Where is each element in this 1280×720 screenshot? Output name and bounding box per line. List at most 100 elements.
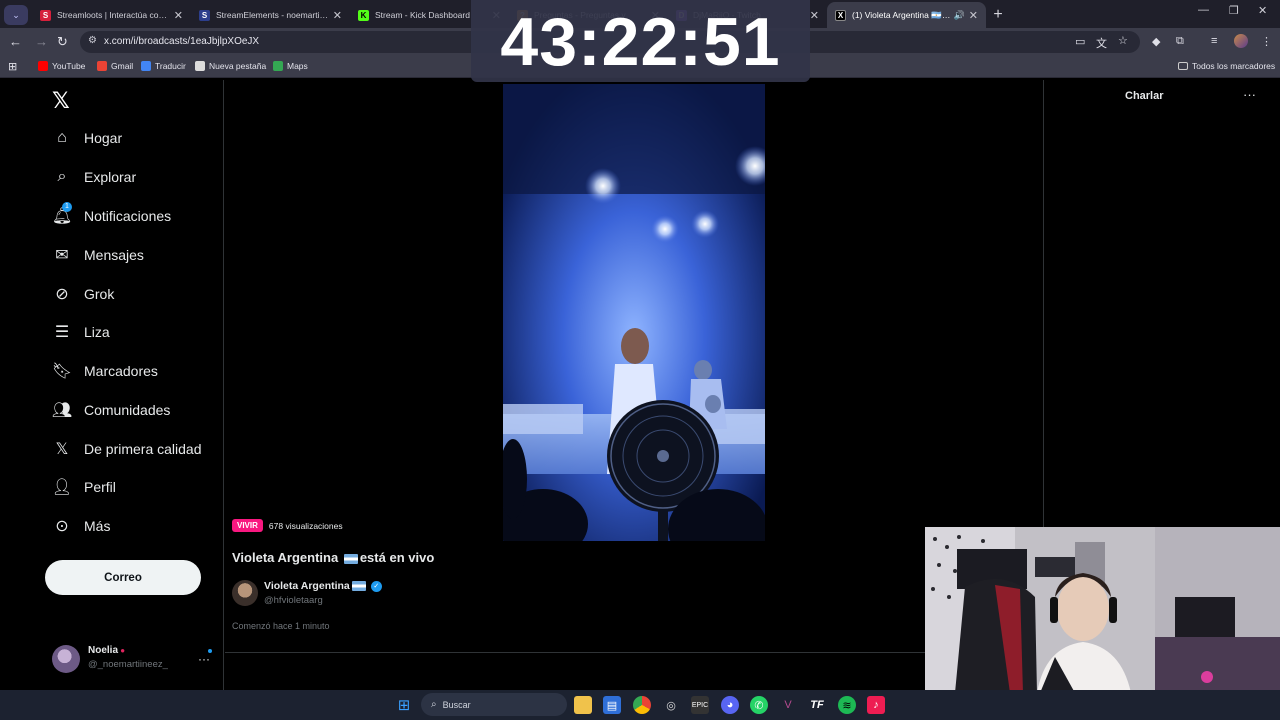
chrome-icon[interactable] [633,696,651,714]
argentina-flag-icon [351,581,366,591]
sidebar-item-explorar[interactable]: ⌕ Explorar [52,167,137,187]
x-logo-icon[interactable]: 𝕏 [52,88,70,114]
bookmark-item[interactable]: Nueva pestaña [195,61,266,71]
minimize-icon[interactable]: — [1198,4,1209,16]
tf-app-icon[interactable]: TF [808,696,826,714]
tab-title: (1) Violeta Argentina 🇦🇷 is li [852,9,951,20]
reload-icon[interactable]: ↻ [57,34,68,50]
broadcast-title: Violeta Argentina está en vivo [232,550,435,565]
store-icon[interactable]: ▤ [603,696,621,714]
folder-icon [1178,62,1188,70]
bookmark-item[interactable]: YouTube [38,61,85,71]
app-v-icon[interactable]: V [779,696,797,714]
tab-favicon-icon: S [40,9,51,21]
sidebar-item-más[interactable]: ⊙ Más [52,516,110,536]
translate-icon[interactable]: 文 [1096,35,1107,51]
sidebar-item-mensajes[interactable]: ✉ Mensajes [52,245,144,265]
live-info: VIVIR 678 visualizaciones [232,519,343,532]
file-explorer-icon[interactable] [574,696,592,714]
webcam-feed [925,527,1280,693]
more-icon[interactable]: ··· [1243,87,1256,102]
sidebar-item-comunidades[interactable]: 👥︎ Comunidades [51,400,171,420]
browser-tab[interactable]: S StreamElements - noemartiinez ✕ [191,2,350,28]
sidebar-item-label: Liza [84,324,110,340]
bookmark-item[interactable]: Traducir [141,61,186,71]
tiktok-icon[interactable]: ♪ [867,696,885,714]
browser-tab[interactable]: S Streamloots | Interactúa con Ne ✕ [32,2,191,28]
speaker-icon[interactable]: 🔊 [954,10,965,21]
close-tab-icon[interactable]: ✕ [969,9,978,22]
site-info-icon[interactable]: ⚙ [88,35,97,46]
bookmark-label: YouTube [52,61,86,71]
extension-icon[interactable]: ◆ [1152,35,1160,48]
host-name[interactable]: Violeta Argentina ✓ [264,580,382,592]
sidebar-item-grok[interactable]: ⊘ Grok [52,284,114,304]
apps-grid-icon[interactable]: ⊞ [8,60,17,73]
star-icon[interactable]: ☆ [1118,34,1128,47]
close-tab-icon[interactable]: ✕ [333,9,342,22]
media-control-icon[interactable]: ≡ [1211,35,1217,47]
bookmark-favicon-icon [141,61,151,71]
sidebar-item-label: Marcadores [84,363,158,379]
unread-dot [208,649,212,653]
tab-title: StreamElements - noemartiinez [216,10,329,20]
sidebar-item-liza[interactable]: ☰ Liza [52,322,110,342]
sidebar-item-label: Mensajes [84,247,144,263]
close-tab-icon[interactable]: ✕ [810,9,819,22]
bookmark-item[interactable]: Maps [273,61,308,71]
account-switcher[interactable]: Noelia ● @_noemartiineez_ ··· [52,642,217,673]
windows-start-icon[interactable]: ⊞ [395,696,413,714]
tab-search-button[interactable]: ⌄ [4,5,28,25]
bookmark-label: Maps [287,61,308,71]
divider [225,652,1043,653]
browser-tab[interactable]: X (1) Violeta Argentina 🇦🇷 is li 🔊 ✕ [827,2,986,28]
back-icon[interactable]: ← [9,34,22,49]
discord-icon[interactable]: ◕ [721,696,739,714]
tab-favicon-icon: K [358,9,369,21]
sidebar-item-marcadores[interactable]: 🔖︎ Marcadores [52,361,158,381]
sidebar-item-label: Comunidades [84,402,171,418]
cast-icon[interactable]: ▭ [1075,35,1085,48]
host-handle[interactable]: @hfvioletaarg [264,595,323,606]
all-bookmarks[interactable]: Todos los marcadores [1178,61,1275,71]
new-tab-button[interactable]: + [986,3,1010,27]
epic-games-icon[interactable]: EPIC [691,696,709,714]
url-text[interactable]: x.com/i/broadcasts/1eaJbjlpXOeJX [104,36,259,47]
argentina-flag-icon [343,553,358,564]
live-badge: VIVIR [232,519,263,532]
close-tab-icon[interactable]: ✕ [174,9,183,22]
sidebar-item-notificaciones[interactable]: 🔔︎ 1 Notificaciones [52,202,171,226]
x-premium-icon: 𝕏 [55,441,69,458]
puzzle-icon[interactable]: ⧉ [1176,35,1184,48]
broadcast-video[interactable] [503,84,765,541]
search-icon: ⌕ [57,168,67,185]
spotify-icon[interactable]: ≋ [838,696,856,714]
sidebar-item-hogar[interactable]: ⌂ Hogar [52,128,122,148]
more-circle-icon: ⊙ [55,518,69,535]
bookmark-item[interactable]: Gmail [97,61,133,71]
close-window-icon[interactable]: ✕ [1258,4,1267,17]
search-icon: ⌕ [431,699,437,710]
profile-avatar[interactable] [1234,34,1248,48]
maximize-icon[interactable]: ❐ [1229,4,1239,17]
avatar [52,645,80,673]
sidebar-item-label: Más [84,518,111,534]
whatsapp-icon[interactable]: ✆ [750,696,768,714]
bookmark-favicon-icon [97,61,107,71]
sidebar-item-perfil[interactable]: 👤︎ Perfil [52,477,116,497]
communities-icon: 👥︎ [51,402,73,419]
account-name: Noelia ● [88,645,126,656]
taskbar-search[interactable]: ⌕ Buscar [421,693,567,716]
notification-badge: 1 [62,202,72,212]
person-icon: 👤︎ [51,479,73,496]
obs-icon[interactable]: ◎ [662,696,680,714]
forward-icon[interactable]: → [35,34,48,49]
menu-icon[interactable]: ⋮ [1261,35,1272,48]
tab-favicon-icon: X [835,9,846,21]
windows-taskbar: ⊞ ⌕ Buscar ▤ ◎ EPIC ◕ ✆ V TF ≋ ♪ [0,690,1280,720]
host-avatar[interactable] [232,580,258,606]
more-icon[interactable]: ··· [198,652,210,666]
post-button[interactable]: Correo [45,560,201,595]
mail-icon: ✉ [55,247,69,264]
sidebar-item-de-primera-calidad[interactable]: 𝕏 De primera calidad [52,439,202,459]
